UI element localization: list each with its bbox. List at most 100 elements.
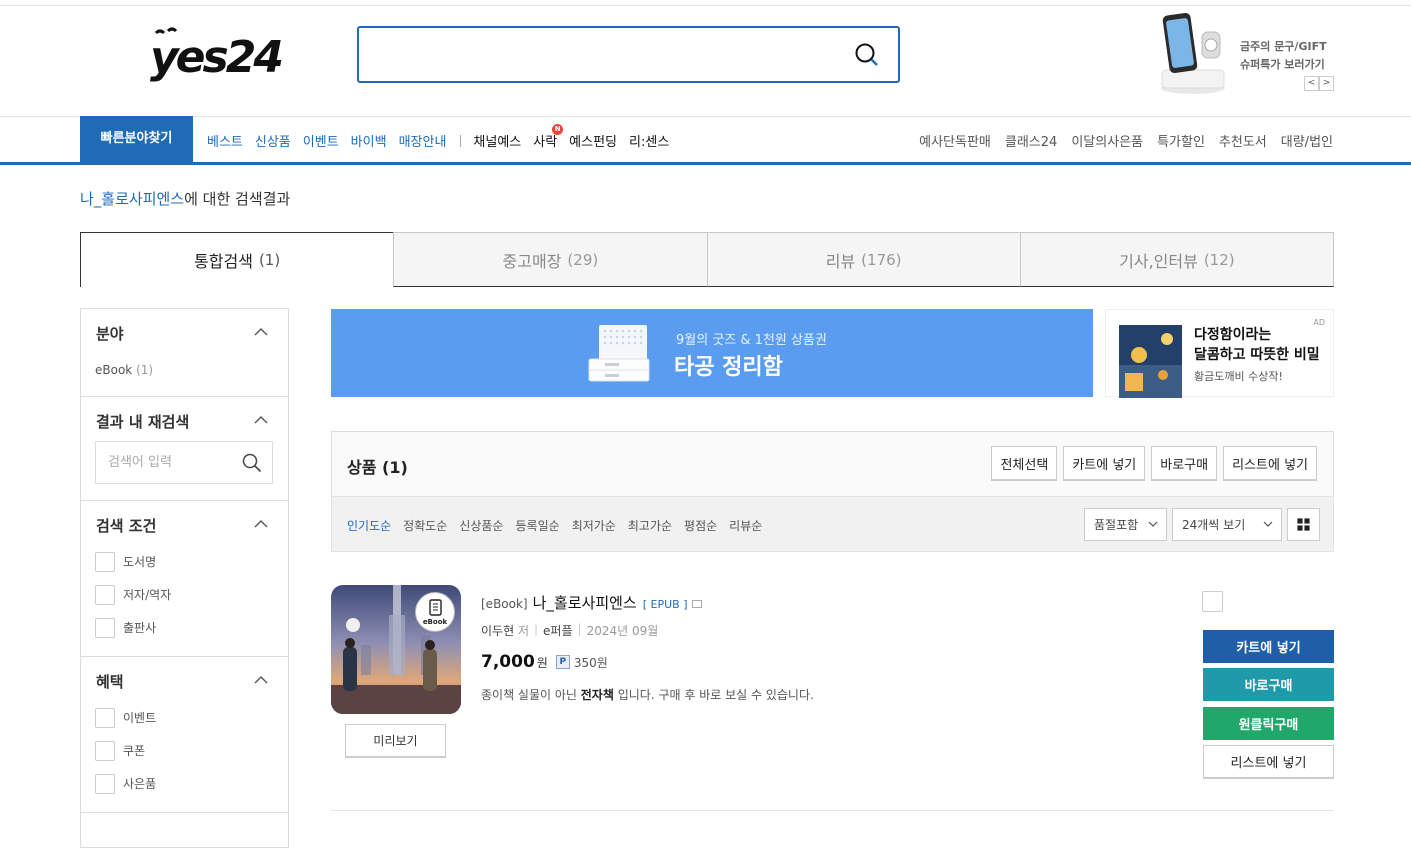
nav-sarak[interactable]: 사락 N [533,124,564,150]
research-section: 결과 내 재검색 [81,397,288,501]
chevron-up-icon[interactable] [254,517,268,531]
condition-author[interactable]: 저자/역자 [81,578,288,611]
bulk-list-button[interactable]: 리스트에 넣기 [1223,446,1317,480]
item-meta-row: 이두현 저 | e퍼플 | 2024년 09월 [481,622,658,639]
nav-store-info[interactable]: 매장안내 [399,131,447,150]
bulk-buy-button[interactable]: 바로구매 [1151,446,1218,480]
chevron-up-icon[interactable] [254,413,268,427]
nav-class24[interactable]: 클래스24 [1005,131,1057,150]
sort-reviews[interactable]: 리뷰순 [729,517,762,534]
chevron-up-icon[interactable] [254,325,268,339]
chevron-up-icon[interactable] [254,673,268,687]
sort-lowest-price[interactable]: 최저가순 [572,517,616,534]
tab-count: (176) [861,250,902,269]
benefits-section: 혜택 이벤트 쿠폰 사은품 [81,657,288,813]
nav-resense[interactable]: 리:센스 [629,131,669,150]
main-nav: 빠른분야찾기 베스트 신상품 이벤트 바이백 매장안내 채널예스 사락 N 예스펀… [0,116,1411,165]
sort-rating[interactable]: 평점순 [684,517,717,534]
nav-special-sale[interactable]: 특가할인 [1157,131,1205,150]
checkbox-label: 사은품 [123,777,157,791]
checkbox[interactable] [95,773,115,794]
svg-text:yes24: yes24 [150,32,281,83]
preview-button[interactable]: 미리보기 [345,724,446,757]
nav-best[interactable]: 베스트 [207,131,243,150]
nav-channel-yes[interactable]: 채널예스 [473,131,521,150]
meta-separator: | [577,622,582,636]
item-points: 350원 [573,655,608,670]
soldout-filter-select[interactable]: 품절포함 [1084,508,1167,541]
condition-publisher[interactable]: 출판사 [81,611,288,644]
nav-bulk-corporate[interactable]: 대량/법인 [1281,131,1333,150]
research-input[interactable] [108,442,238,482]
yes24-logo[interactable]: yes24 [148,24,290,84]
checkbox[interactable] [95,617,115,638]
bulk-action-buttons: 전체선택 카트에 넣기 바로구매 리스트에 넣기 [985,446,1317,480]
search-icon[interactable] [854,42,880,68]
nav-separator [460,134,462,147]
item-price-unit: 원 [536,655,548,670]
checkbox-label: 출판사 [123,621,157,635]
search-icon[interactable] [242,453,262,473]
new-window-icon[interactable] [691,600,702,608]
benefits-list: 이벤트 쿠폰 사은품 [81,701,288,812]
sort-accuracy[interactable]: 정확도순 [403,517,447,534]
nav-event[interactable]: 이벤트 [303,131,339,150]
tab-count: (12) [1203,250,1235,269]
item-author-role: 저 [517,624,529,638]
category-item-ebook[interactable]: eBook (1) [81,353,288,396]
condition-title[interactable]: 도서명 [81,545,288,578]
main-search-input[interactable] [371,28,851,78]
tab-integrated[interactable]: 통합검색 (1) [80,232,395,287]
ebook-device-icon [429,599,442,616]
sort-bar: 인기도순 정확도순 신상품순 등록일순 최저가순 최고가순 평점순 리뷰순 품절… [331,496,1334,552]
tab-label: 기사,인터뷰 [1119,251,1198,271]
ad-prev-button[interactable]: < [1304,76,1319,91]
book-ad[interactable]: 다정함이라는 달콤하고 따뜻한 비밀 황금도깨비 수상작! AD [1105,309,1334,398]
item-format: [ EPUB ] [642,598,688,611]
nav-monthly-gift[interactable]: 이달의사은품 [1071,131,1143,150]
quick-category-button[interactable]: 빠른분야찾기 [80,116,193,164]
tab-articles[interactable]: 기사,인터뷰 (12) [1019,232,1334,287]
checkbox[interactable] [95,551,115,572]
nav-recommended[interactable]: 추천도서 [1219,131,1267,150]
chevron-down-icon [1263,521,1273,527]
sort-highest-price[interactable]: 최고가순 [628,517,672,534]
item-select-checkbox[interactable] [1202,591,1223,612]
nav-buyback[interactable]: 바이백 [351,131,387,150]
product-count-title: 상품 (1) [347,458,408,477]
sort-registered[interactable]: 등록일순 [516,517,560,534]
item-title-row: [eBook] 나_홀로사피엔스 [ EPUB ] [481,592,702,613]
top-promo-ad[interactable]: 금주의 문구/GIFT 슈퍼특가 보러가기 < > [1158,12,1338,97]
nav-new[interactable]: 신상품 [255,131,291,150]
sort-newest[interactable]: 신상품순 [459,517,503,534]
tab-label: 중고매장 [502,251,562,271]
result-tabs: 통합검색 (1) 중고매장 (29) 리뷰 (176) 기사,인터뷰 (12) [80,232,1334,287]
book-ad-line2: 달콤하고 따뜻한 비밀 [1194,347,1320,363]
tab-used-store[interactable]: 중고매장 (29) [393,232,708,287]
grid-view-icon[interactable] [1287,508,1320,541]
add-to-list-button[interactable]: 리스트에 넣기 [1203,745,1334,778]
checkbox[interactable] [95,707,115,728]
nav-exclusive[interactable]: 예사단독판매 [919,131,991,150]
item-publisher[interactable]: e퍼플 [543,622,572,639]
select-all-button[interactable]: 전체선택 [991,446,1058,480]
sort-popular[interactable]: 인기도순 [347,517,391,534]
add-to-cart-button[interactable]: 카트에 넣기 [1203,630,1334,663]
buy-now-button[interactable]: 바로구매 [1203,668,1334,701]
benefit-gift[interactable]: 사은품 [81,767,288,800]
bulk-cart-button[interactable]: 카트에 넣기 [1063,446,1146,480]
checkbox[interactable] [95,740,115,761]
benefit-event[interactable]: 이벤트 [81,701,288,734]
nav-yes-funding[interactable]: 예스펀딩 [569,131,617,150]
one-click-buy-button[interactable]: 원클릭구매 [1203,707,1334,740]
item-title-link[interactable]: 나_홀로사피엔스 [533,592,637,613]
ad-next-button[interactable]: > [1319,76,1334,91]
benefit-coupon[interactable]: 쿠폰 [81,734,288,767]
item-author[interactable]: 이두현 [481,622,514,639]
per-page-select[interactable]: 24개씩 보기 [1172,508,1282,541]
tab-reviews[interactable]: 리뷰 (176) [706,232,1021,287]
desc-emphasis: 전자책 [580,688,614,702]
promo-banner[interactable]: 9월의 굿즈 & 1천원 상품권 타공 정리함 [331,309,1093,397]
ad-arrows: < > [1304,76,1334,91]
checkbox[interactable] [95,584,115,605]
